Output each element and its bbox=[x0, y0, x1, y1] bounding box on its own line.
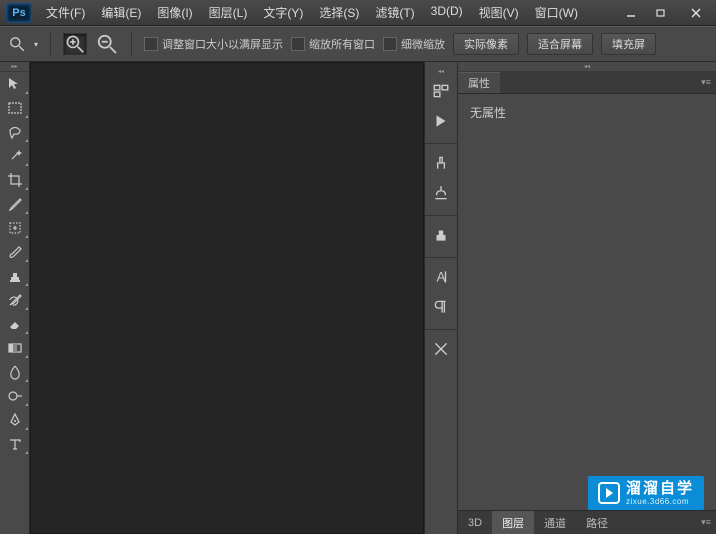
type-tool[interactable] bbox=[0, 432, 30, 456]
menu-view[interactable]: 视图(V) bbox=[471, 0, 527, 25]
paragraph-panel-icon[interactable] bbox=[425, 292, 457, 322]
crop-tool[interactable] bbox=[0, 168, 30, 192]
bottom-panel-menu-button[interactable]: ▾≡ bbox=[696, 511, 716, 534]
window-controls bbox=[616, 0, 716, 25]
minimize-button[interactable] bbox=[616, 0, 646, 25]
right-dock: ◂◂ A ◂◂ 属性 ▾≡ 无属性 3D 图层 bbox=[424, 62, 716, 534]
checkbox-icon bbox=[383, 37, 397, 51]
tools-expand-handle[interactable]: ▸▸ bbox=[0, 62, 29, 72]
options-bar: ▾ 调整窗口大小以满屏显示 缩放所有窗口 细微缩放 实际像素 适合屏幕 填充屏 bbox=[0, 26, 716, 62]
tab-paths[interactable]: 路径 bbox=[576, 511, 618, 534]
tab-layers[interactable]: 图层 bbox=[492, 511, 534, 534]
watermark-text: 溜溜自学 bbox=[626, 481, 694, 496]
play-icon bbox=[598, 482, 620, 504]
clone-stamp-tool[interactable] bbox=[0, 264, 30, 288]
fill-screen-button[interactable]: 填充屏 bbox=[601, 33, 656, 55]
move-tool[interactable] bbox=[0, 72, 30, 96]
close-button[interactable] bbox=[676, 0, 716, 25]
brush-panel-icon[interactable] bbox=[425, 148, 457, 178]
panel-collapse-handle[interactable]: ◂◂ bbox=[458, 62, 716, 72]
panel-menu-button[interactable]: ▾≡ bbox=[696, 72, 716, 93]
checkbox-icon bbox=[291, 37, 305, 51]
eraser-tool[interactable] bbox=[0, 312, 30, 336]
dropdown-arrow-icon[interactable]: ▾ bbox=[34, 40, 38, 49]
tool-presets-panel-icon[interactable] bbox=[425, 334, 457, 364]
panel-separator bbox=[425, 136, 457, 144]
lasso-tool[interactable] bbox=[0, 120, 30, 144]
menu-layer[interactable]: 图层(L) bbox=[201, 0, 256, 25]
panel-expand-handle[interactable]: ◂◂ bbox=[425, 66, 457, 76]
main-menu: 文件(F) 编辑(E) 图像(I) 图层(L) 文字(Y) 选择(S) 滤镜(T… bbox=[38, 0, 586, 25]
zoom-out-button[interactable] bbox=[95, 33, 119, 55]
menu-filter[interactable]: 滤镜(T) bbox=[367, 0, 422, 25]
actual-pixels-button[interactable]: 实际像素 bbox=[453, 33, 519, 55]
healing-brush-tool[interactable] bbox=[0, 216, 30, 240]
panel-tab-bar: 属性 ▾≡ bbox=[458, 72, 716, 94]
scrubby-zoom-checkbox[interactable]: 细微缩放 bbox=[383, 36, 445, 52]
svg-text:A: A bbox=[437, 270, 446, 285]
resize-fit-checkbox[interactable]: 调整窗口大小以满屏显示 bbox=[144, 36, 283, 52]
blur-tool[interactable] bbox=[0, 360, 30, 384]
gradient-tool[interactable] bbox=[0, 336, 30, 360]
collapsed-panels: ◂◂ A bbox=[424, 62, 458, 534]
title-bar: Ps 文件(F) 编辑(E) 图像(I) 图层(L) 文字(Y) 选择(S) 滤… bbox=[0, 0, 716, 26]
menu-window[interactable]: 窗口(W) bbox=[527, 0, 586, 25]
menu-edit[interactable]: 编辑(E) bbox=[93, 0, 149, 25]
workspace: ▸▸ ◂◂ A bbox=[0, 62, 716, 534]
scrubby-zoom-label: 细微缩放 bbox=[401, 36, 445, 52]
fit-screen-button[interactable]: 适合屏幕 bbox=[527, 33, 593, 55]
resize-fit-label: 调整窗口大小以满屏显示 bbox=[162, 36, 283, 52]
clone-source-panel-icon[interactable] bbox=[425, 220, 457, 250]
app-logo: Ps bbox=[6, 3, 32, 23]
no-properties-label: 无属性 bbox=[470, 106, 506, 120]
dodge-tool[interactable] bbox=[0, 384, 30, 408]
watermark-badge: 溜溜自学 zixue.3d66.com bbox=[588, 476, 704, 510]
panel-separator bbox=[425, 322, 457, 330]
actions-panel-icon[interactable] bbox=[425, 106, 457, 136]
zoom-tool-icon[interactable] bbox=[8, 35, 26, 53]
menu-select[interactable]: 选择(S) bbox=[311, 0, 367, 25]
bottom-panel-tabs: 3D 图层 通道 路径 ▾≡ bbox=[458, 510, 716, 534]
history-brush-tool[interactable] bbox=[0, 288, 30, 312]
separator bbox=[131, 33, 132, 55]
history-panel-icon[interactable] bbox=[425, 76, 457, 106]
menu-3d[interactable]: 3D(D) bbox=[423, 0, 471, 25]
panel-separator bbox=[425, 208, 457, 216]
brush-tool[interactable] bbox=[0, 240, 30, 264]
properties-panel-group: ◂◂ 属性 ▾≡ 无属性 3D 图层 通道 路径 ▾≡ bbox=[458, 62, 716, 534]
checkbox-icon bbox=[144, 37, 158, 51]
tab-3d[interactable]: 3D bbox=[458, 511, 492, 534]
properties-tab[interactable]: 属性 bbox=[458, 72, 500, 93]
brush-presets-panel-icon[interactable] bbox=[425, 178, 457, 208]
separator bbox=[50, 33, 51, 55]
magic-wand-tool[interactable] bbox=[0, 144, 30, 168]
menu-file[interactable]: 文件(F) bbox=[38, 0, 93, 25]
canvas-area[interactable] bbox=[30, 62, 424, 534]
eyedropper-tool[interactable] bbox=[0, 192, 30, 216]
panel-separator bbox=[425, 250, 457, 258]
watermark-url: zixue.3d66.com bbox=[626, 498, 694, 506]
tools-panel: ▸▸ bbox=[0, 62, 30, 534]
menu-image[interactable]: 图像(I) bbox=[149, 0, 200, 25]
menu-type[interactable]: 文字(Y) bbox=[255, 0, 311, 25]
restore-button[interactable] bbox=[646, 0, 676, 25]
zoom-all-checkbox[interactable]: 缩放所有窗口 bbox=[291, 36, 375, 52]
properties-panel-body: 无属性 bbox=[458, 94, 716, 510]
tab-channels[interactable]: 通道 bbox=[534, 511, 576, 534]
marquee-tool[interactable] bbox=[0, 96, 30, 120]
zoom-in-button[interactable] bbox=[63, 33, 87, 55]
pen-tool[interactable] bbox=[0, 408, 30, 432]
zoom-all-label: 缩放所有窗口 bbox=[309, 36, 375, 52]
character-panel-icon[interactable]: A bbox=[425, 262, 457, 292]
